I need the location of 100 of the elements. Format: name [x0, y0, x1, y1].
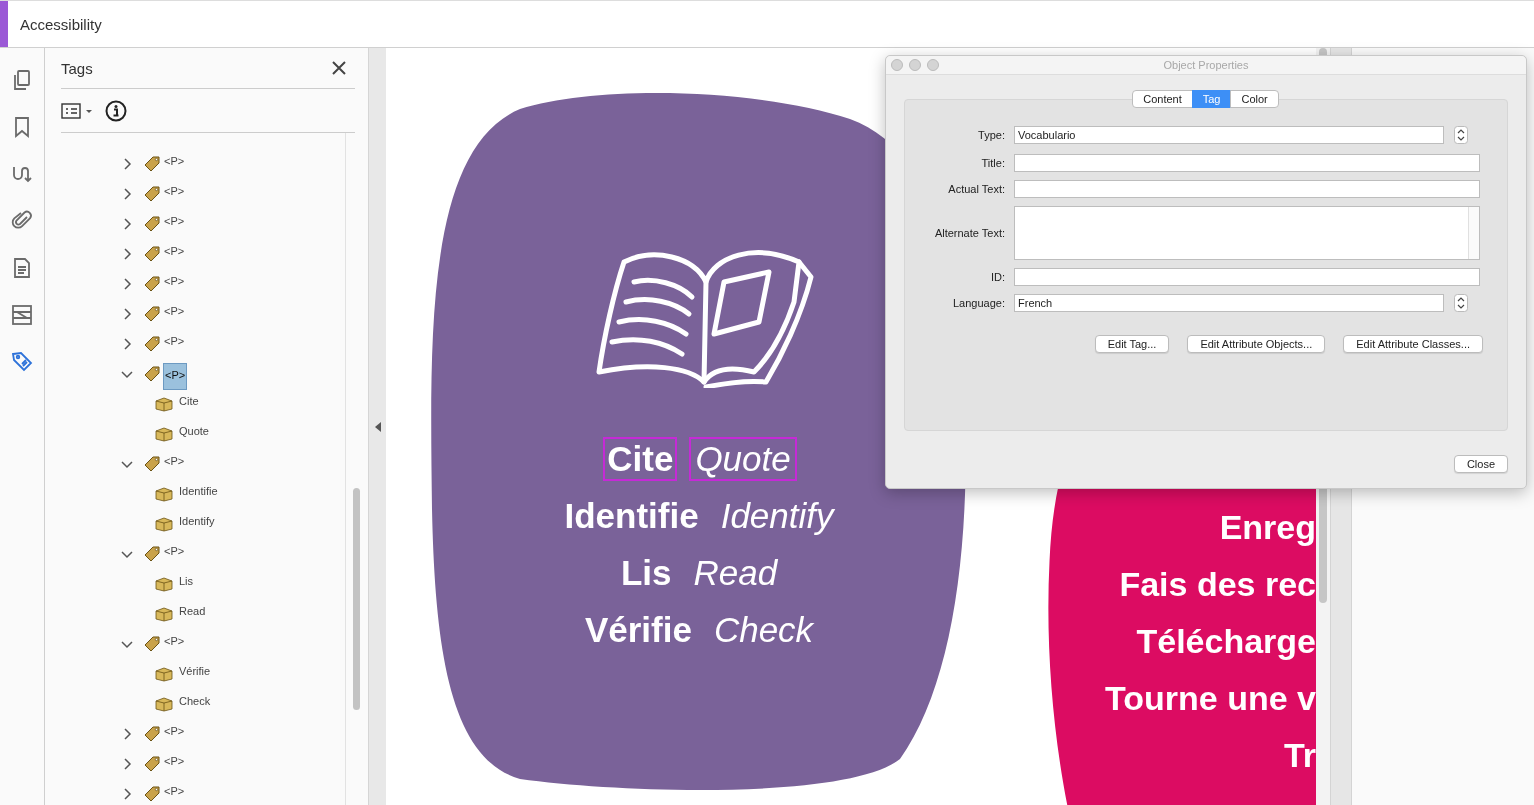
chevron-icon[interactable]: [121, 368, 133, 380]
tree-row[interactable]: <P>: [45, 629, 345, 659]
chevron-icon[interactable]: [121, 338, 133, 350]
tree-row[interactable]: <P>: [45, 329, 345, 359]
info-icon[interactable]: [105, 99, 127, 122]
term-text: Identifie: [563, 494, 700, 537]
tag-label[interactable]: <P>: [163, 213, 186, 229]
tree-row[interactable]: <P>: [45, 719, 345, 749]
tree-row[interactable]: Vérifie: [45, 659, 345, 689]
tree-row[interactable]: <P>: [45, 779, 345, 805]
content-label[interactable]: Quote: [178, 423, 210, 439]
field-label: Actual Text:: [947, 183, 1005, 195]
select-field[interactable]: French: [1014, 294, 1444, 312]
close-icon[interactable]: [332, 61, 346, 75]
tag-label[interactable]: <P>: [163, 153, 186, 169]
tag-icon: [143, 215, 163, 233]
term-text: Cite: [603, 436, 678, 481]
chevron-icon[interactable]: [121, 758, 133, 770]
tree-row[interactable]: Quote: [45, 419, 345, 449]
tree-row[interactable]: <P>: [45, 239, 345, 269]
input-field[interactable]: [1014, 180, 1480, 198]
tree-row[interactable]: <P>: [45, 149, 345, 179]
content-label[interactable]: Cite: [178, 393, 200, 409]
chevron-icon[interactable]: [121, 728, 133, 740]
translation-text: Quote: [689, 436, 797, 481]
stepper-icon[interactable]: [1454, 294, 1468, 312]
tag-icon: [143, 305, 163, 323]
tree-row[interactable]: <P>: [45, 269, 345, 299]
app-title: Accessibility: [20, 15, 102, 33]
field-label: ID:: [989, 271, 1005, 283]
tag-label[interactable]: <P>: [163, 363, 188, 390]
heading-text: Enreg: [1219, 507, 1316, 548]
tree-row[interactable]: Read: [45, 599, 345, 629]
scrollbar-thumb[interactable]: [353, 488, 360, 710]
tree-row[interactable]: <P>: [45, 179, 345, 209]
content-label[interactable]: Lis: [178, 573, 195, 589]
tree-row[interactable]: <P>: [45, 749, 345, 779]
content-label[interactable]: Check: [178, 693, 212, 709]
tree-row[interactable]: Cite: [45, 389, 345, 419]
fields-icon[interactable]: [10, 303, 34, 327]
tag-icon: [143, 245, 163, 263]
term-text: Vérifie: [583, 608, 693, 651]
tab[interactable]: Color: [1230, 90, 1279, 108]
translation-text: Read: [692, 551, 779, 594]
tag-icon: [143, 635, 163, 653]
tag-label[interactable]: <P>: [163, 753, 186, 769]
tag-label[interactable]: <P>: [163, 243, 186, 259]
tag-label[interactable]: <P>: [163, 183, 186, 199]
chevron-icon[interactable]: [121, 308, 133, 320]
select-field[interactable]: Vocabulario: [1014, 126, 1444, 144]
tab[interactable]: Content: [1132, 90, 1193, 108]
chevron-icon[interactable]: [121, 548, 133, 560]
chevron-icon[interactable]: [121, 458, 133, 470]
tag-icon: [143, 545, 163, 563]
chevron-icon[interactable]: [121, 188, 133, 200]
tree-row[interactable]: <P>: [45, 449, 345, 479]
tag-label[interactable]: <P>: [163, 453, 186, 469]
tree-row[interactable]: Check: [45, 689, 345, 719]
content-label[interactable]: Identifie: [178, 483, 219, 499]
chevron-icon[interactable]: [121, 218, 133, 230]
box-icon: [155, 576, 173, 592]
chevron-icon[interactable]: [121, 638, 133, 650]
tree-row[interactable]: <P>: [45, 209, 345, 239]
input-field[interactable]: [1014, 268, 1480, 286]
tag-label[interactable]: <P>: [163, 333, 186, 349]
tag-label[interactable]: <P>: [163, 273, 186, 289]
edit-button[interactable]: Edit Attribute Classes...: [1343, 335, 1483, 353]
tag-label[interactable]: <P>: [163, 543, 186, 559]
input-field[interactable]: [1014, 154, 1480, 172]
tags-icon[interactable]: [10, 350, 34, 374]
box-icon: [155, 426, 173, 442]
tree-row[interactable]: Lis: [45, 569, 345, 599]
chevron-icon[interactable]: [121, 278, 133, 290]
tag-icon: [143, 335, 163, 353]
stepper-icon[interactable]: [1454, 126, 1468, 144]
box-icon: [155, 396, 173, 412]
tag-label[interactable]: <P>: [163, 783, 186, 799]
box-icon: [155, 516, 173, 532]
field-label: Alternate Text:: [933, 227, 1005, 239]
tag-label[interactable]: <P>: [163, 633, 186, 649]
chevron-icon[interactable]: [121, 788, 133, 800]
tag-label[interactable]: <P>: [163, 303, 186, 319]
content-label[interactable]: Read: [178, 603, 207, 619]
close-button[interactable]: Close: [1453, 455, 1508, 473]
edit-button[interactable]: Edit Tag...: [1094, 335, 1170, 353]
field-label: Language:: [952, 297, 1005, 309]
chevron-icon[interactable]: [121, 158, 133, 170]
tree-row[interactable]: <P>: [45, 539, 345, 569]
tree-row[interactable]: <P>: [45, 299, 345, 329]
content-label[interactable]: Identify: [178, 513, 216, 529]
collapse-arrow-icon[interactable]: [373, 421, 382, 432]
tree-row[interactable]: Identifie: [45, 479, 345, 509]
content-label[interactable]: Vérifie: [178, 663, 212, 679]
accent-bar: [0, 1, 8, 47]
edit-button[interactable]: Edit Attribute Objects...: [1187, 335, 1326, 353]
translation-text: Check: [712, 608, 815, 651]
tag-label[interactable]: <P>: [163, 723, 186, 739]
tree-row[interactable]: <P>: [45, 359, 345, 389]
tree-row[interactable]: Identify: [45, 509, 345, 539]
chevron-icon[interactable]: [121, 248, 133, 260]
